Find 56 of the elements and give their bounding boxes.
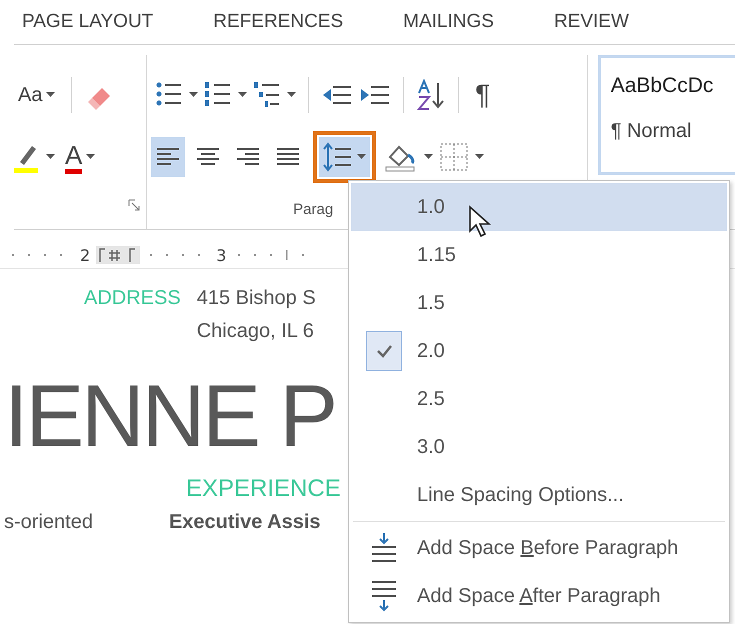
align-lines-icon bbox=[235, 146, 262, 168]
menu-item[interactable]: Add Space After Paragraph bbox=[351, 572, 727, 620]
ribbon-tab[interactable]: REFERENCES bbox=[205, 11, 368, 33]
menu-item[interactable]: 1.0 bbox=[351, 183, 727, 231]
address-label: ADDRESS bbox=[84, 287, 181, 311]
menu-item[interactable]: 1.5 bbox=[351, 279, 727, 327]
menu-item[interactable]: Line Spacing Options... bbox=[351, 471, 727, 519]
caret-icon bbox=[475, 154, 484, 160]
caret-icon bbox=[189, 92, 198, 98]
job-title: Executive Assis bbox=[168, 511, 321, 534]
style-name: ¶ Normal bbox=[610, 120, 692, 143]
ruler-number: 3 bbox=[216, 246, 226, 264]
caret-icon bbox=[238, 92, 248, 98]
style-preview: AaBbCcDc bbox=[610, 74, 714, 98]
font-color-button[interactable]: A bbox=[61, 137, 100, 177]
menu-item[interactable]: 1.15 bbox=[351, 231, 727, 279]
space-before-icon bbox=[369, 532, 399, 564]
ribbon-tab[interactable]: PAGE LAYOUT bbox=[14, 11, 178, 33]
section-heading: EXPERIENCE bbox=[186, 475, 341, 502]
align-lines-icon bbox=[155, 146, 182, 168]
name-heading: IENNE P bbox=[4, 365, 336, 467]
caret-icon bbox=[46, 92, 56, 98]
align-lines-icon bbox=[275, 146, 302, 168]
menu-item[interactable]: 3.0 bbox=[351, 423, 727, 471]
ribbon-tab[interactable]: MAILINGS bbox=[395, 11, 518, 33]
menu-item[interactable]: 2.0 bbox=[351, 327, 727, 375]
caret-icon bbox=[86, 154, 96, 160]
body-text: s-oriented bbox=[4, 511, 93, 534]
tab-stop-marker-icon[interactable] bbox=[96, 246, 140, 264]
align-button[interactable] bbox=[151, 137, 186, 177]
caret-icon bbox=[424, 154, 434, 160]
multilevel-list-icon[interactable] bbox=[253, 81, 282, 109]
ribbon-tab[interactable]: REVIEW bbox=[546, 11, 653, 33]
sort-icon[interactable] bbox=[416, 79, 446, 111]
font-size-button[interactable]: Aa bbox=[14, 75, 60, 115]
mouse-pointer-icon bbox=[468, 205, 492, 239]
borders-icon[interactable] bbox=[439, 142, 470, 172]
line-spacing-icon bbox=[323, 142, 354, 172]
space-after-icon bbox=[369, 580, 399, 612]
group-label: Parag bbox=[293, 201, 334, 218]
style-gallery-item[interactable]: AaBbCcDc ¶ Normal bbox=[598, 55, 735, 175]
caret-icon bbox=[357, 154, 366, 160]
align-lines-icon bbox=[195, 146, 222, 168]
increase-indent-icon[interactable] bbox=[359, 83, 392, 107]
line-spacing-button[interactable] bbox=[319, 137, 370, 177]
address-line: Chicago, IL 6 bbox=[196, 320, 315, 343]
menu-item[interactable]: 2.5 bbox=[351, 375, 727, 423]
menu-item[interactable]: Add Space Before Paragraph bbox=[351, 524, 727, 572]
caret-icon bbox=[46, 154, 55, 160]
show-formatting-button[interactable]: ¶ bbox=[471, 75, 494, 115]
caret-icon bbox=[287, 92, 296, 98]
address-line: 415 Bishop S bbox=[196, 287, 316, 310]
dialog-launcher-icon[interactable] bbox=[128, 199, 140, 211]
decrease-indent-icon[interactable] bbox=[321, 83, 354, 107]
numbered-list-icon[interactable] bbox=[204, 81, 232, 109]
ruler-number: 2 bbox=[80, 246, 90, 264]
